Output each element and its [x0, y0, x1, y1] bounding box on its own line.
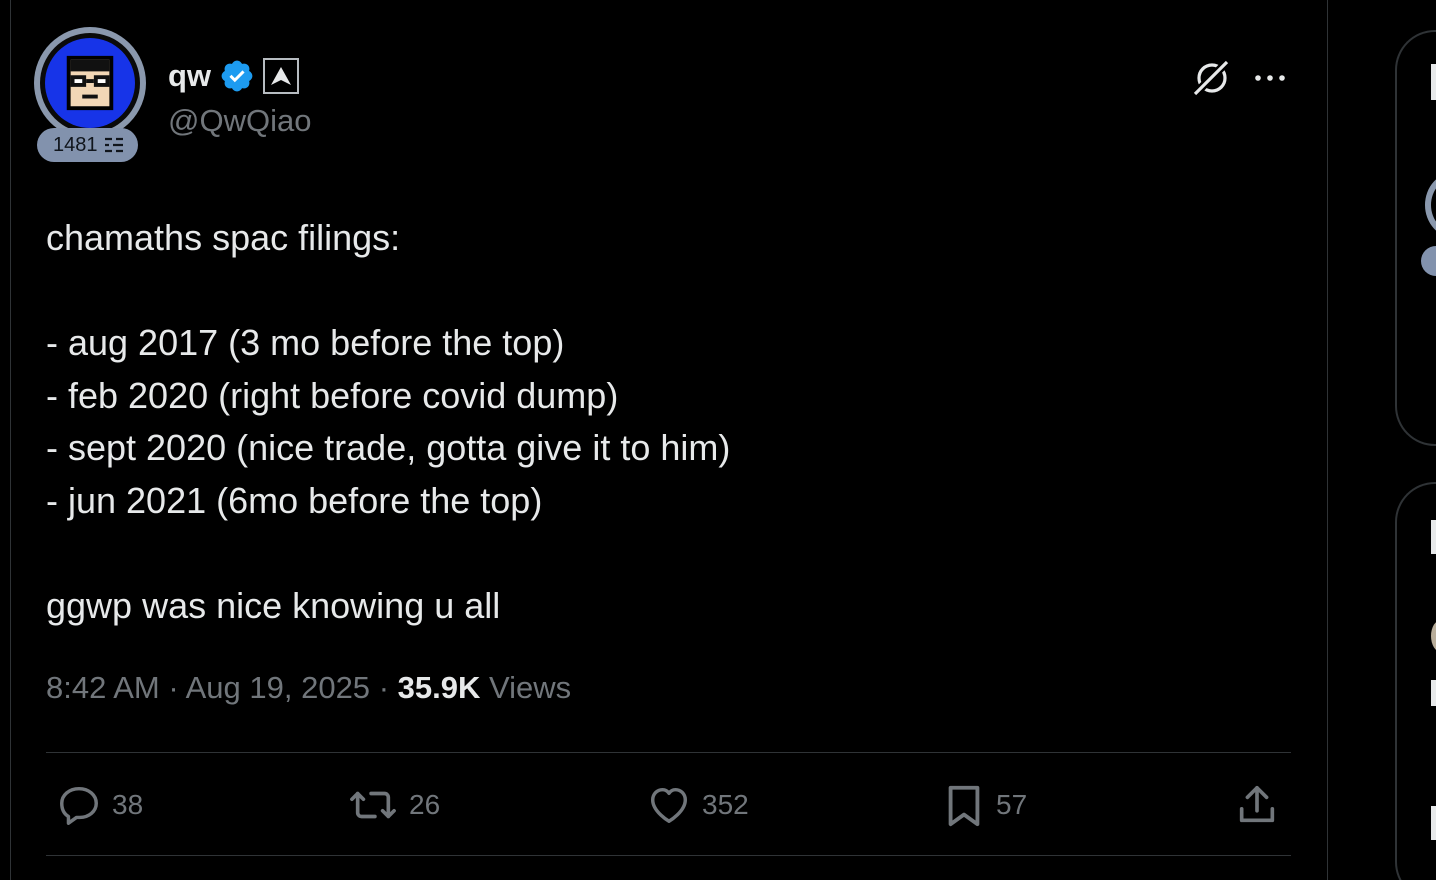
pixel-face-icon [66, 55, 114, 111]
views-count[interactable]: 35.9K [398, 670, 481, 705]
grok-icon[interactable] [1190, 57, 1232, 99]
avatar-image [45, 38, 135, 128]
author-handle[interactable]: @QwQiao [168, 103, 311, 139]
display-name[interactable]: qw [168, 58, 211, 94]
like-button[interactable]: 352 [646, 781, 749, 829]
verified-badge-icon[interactable] [219, 58, 255, 94]
level-stack-icon [104, 137, 123, 153]
reply-button[interactable]: 38 [56, 781, 143, 829]
sidebar-avatar-fragment [1425, 172, 1436, 238]
share-icon [1239, 785, 1275, 823]
author-name-row: qw [168, 58, 300, 94]
column-border-right [1327, 0, 1328, 880]
column-border-left [10, 0, 11, 880]
sidebar-card-text-fragment [1431, 64, 1436, 100]
meta-separator: · [378, 670, 390, 705]
meta-separator: · [168, 670, 179, 705]
bookmark-icon [948, 785, 980, 827]
level-badge-count: 1481 [53, 133, 98, 156]
share-button[interactable] [1234, 781, 1280, 829]
affiliate-badge-icon[interactable] [263, 58, 300, 94]
tweet-meta: 8:42 AM · Aug 19, 2025 · 35.9K Views [46, 670, 571, 706]
sidebar-avatar-fragment [1431, 620, 1436, 652]
sidebar-card-text-fragment [1431, 680, 1436, 706]
sidebar-card-text-fragment [1431, 806, 1436, 840]
tweet-date[interactable]: Aug 19, 2025 [186, 670, 370, 705]
reply-count: 38 [112, 789, 144, 820]
views-label: Views [489, 670, 572, 705]
tweet-text: chamaths spac filings: - aug 2017 (3 mo … [46, 217, 731, 627]
heart-icon [650, 787, 688, 824]
bookmark-count: 57 [996, 789, 1028, 820]
tweet-time[interactable]: 8:42 AM [46, 670, 160, 705]
reply-icon [60, 786, 98, 825]
sidebar-card-bottom [1395, 482, 1436, 880]
level-badge[interactable]: 1481 [37, 128, 138, 162]
repost-count: 26 [409, 789, 441, 820]
sidebar-card-text-fragment [1431, 520, 1436, 554]
divider-top [46, 752, 1291, 753]
more-options-icon[interactable] [1252, 62, 1288, 94]
repost-button[interactable]: 26 [347, 781, 440, 829]
arrow-up-icon [271, 67, 292, 85]
like-count: 352 [702, 789, 749, 820]
repost-icon [350, 791, 396, 819]
bookmark-button[interactable]: 57 [942, 781, 1027, 829]
sidebar-badge-fragment [1421, 246, 1436, 276]
tweet-page: 1481 qw @QwQiao chamaths spac filings: -… [0, 0, 1436, 880]
divider-bottom [46, 855, 1291, 856]
avatar[interactable] [34, 27, 146, 139]
sidebar-card-top [1395, 30, 1436, 446]
